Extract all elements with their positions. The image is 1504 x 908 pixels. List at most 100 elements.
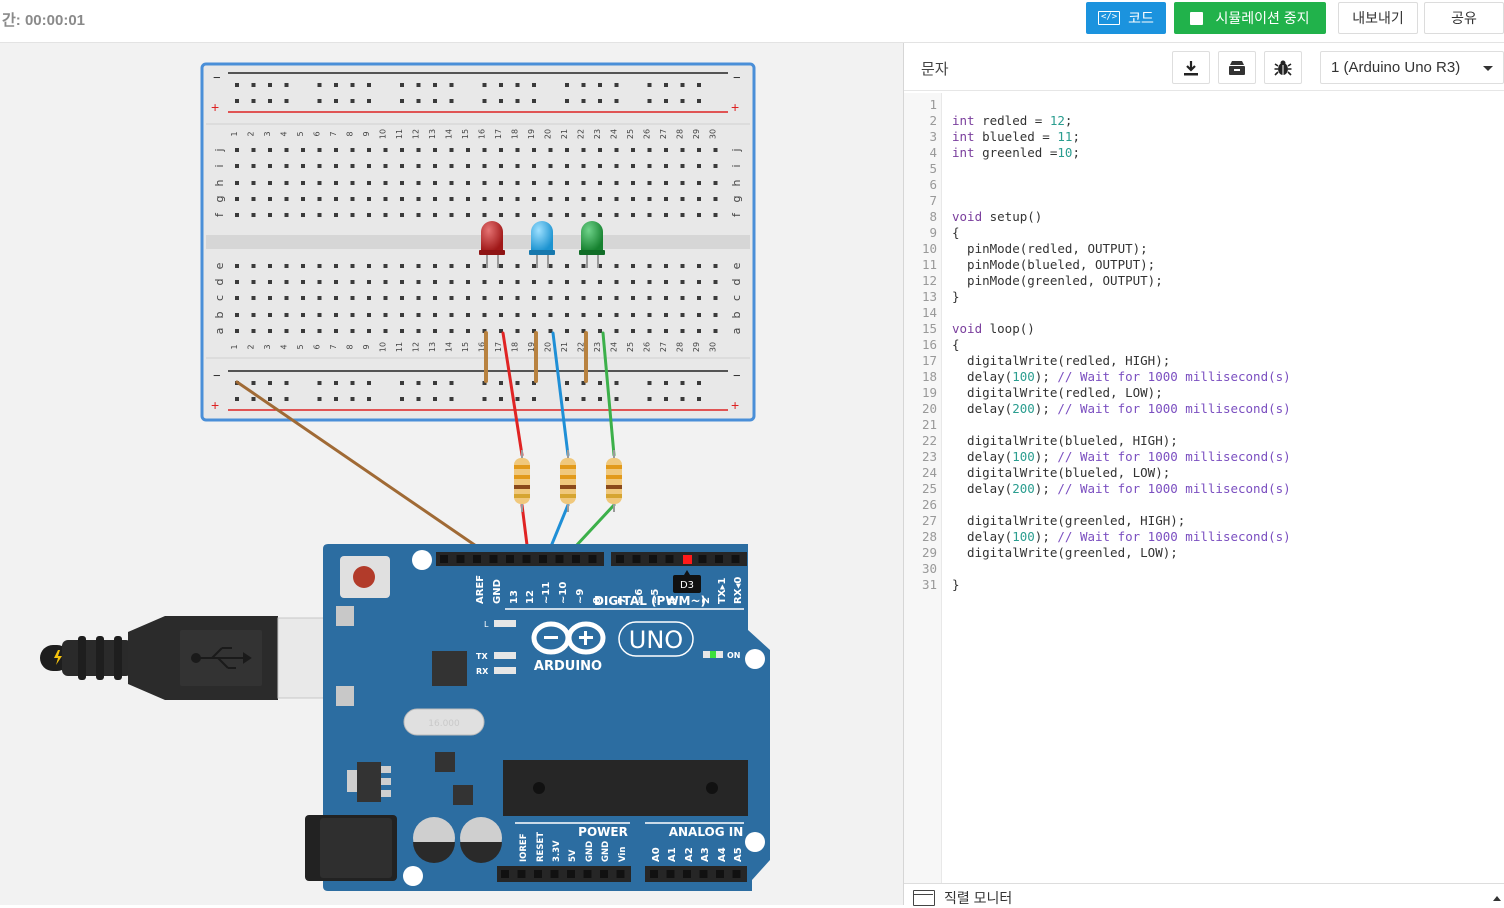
- code-line[interactable]: int blueled = 11;: [952, 129, 1080, 144]
- analog-pin-label: A2: [684, 847, 695, 862]
- resistor[interactable]: [560, 450, 576, 512]
- digital-pwm-label: DIGITAL (PWM~): [594, 594, 706, 608]
- line-number: 29: [921, 545, 937, 560]
- code-line[interactable]: pinMode(redled, OUTPUT);: [952, 241, 1148, 256]
- line-number: 5: [929, 161, 937, 176]
- serial-monitor-bar[interactable]: 직렬 모니터: [904, 883, 1504, 906]
- analog-pin-label: A4: [717, 847, 728, 862]
- code-line[interactable]: digitalWrite(greenled, HIGH);: [952, 513, 1185, 528]
- code-line[interactable]: delay(100); // Wait for 1000 millisecond…: [952, 529, 1291, 544]
- code-line[interactable]: }: [952, 289, 960, 304]
- power-pin-label: Vin: [618, 847, 628, 862]
- rail-plus-bottom-right: +: [731, 397, 739, 413]
- column-number: 10: [379, 129, 388, 139]
- code-line[interactable]: digitalWrite(redled, LOW);: [952, 385, 1163, 400]
- code-line[interactable]: digitalWrite(greenled, LOW);: [952, 545, 1178, 560]
- column-number: 18: [511, 342, 520, 352]
- line-number: 20: [921, 401, 937, 416]
- column-number: 14: [445, 342, 454, 352]
- code-line[interactable]: delay(200); // Wait for 1000 millisecond…: [952, 481, 1291, 496]
- share-button[interactable]: 공유: [1424, 2, 1504, 34]
- rail-minus-bottom-right: −: [733, 368, 741, 383]
- line-number: 4: [929, 145, 937, 160]
- row-letter: d: [730, 279, 743, 286]
- code-line[interactable]: int redled = 12;: [952, 113, 1072, 128]
- column-number: 1: [230, 344, 239, 349]
- code-line[interactable]: digitalWrite(redled, HIGH);: [952, 353, 1170, 368]
- analog-header: [645, 866, 747, 882]
- column-number: 9: [362, 344, 371, 349]
- code-line[interactable]: digitalWrite(blueled, LOW);: [952, 465, 1170, 480]
- column-number: 12: [412, 129, 421, 139]
- line-number: 30: [921, 561, 937, 576]
- line-number: 15: [921, 321, 937, 336]
- column-number: 5: [296, 131, 305, 136]
- digital-pin-label: AREF: [475, 575, 486, 604]
- row-letter: h: [730, 179, 743, 186]
- column-number: 24: [610, 129, 619, 139]
- row-letter: a: [730, 328, 743, 335]
- column-number: 3: [263, 344, 272, 349]
- code-line[interactable]: pinMode(blueled, OUTPUT);: [952, 257, 1155, 272]
- column-number: 21: [560, 129, 569, 139]
- library-button[interactable]: [1218, 51, 1256, 84]
- breadboard[interactable]: 1122334455667788991010111112121313141415…: [200, 62, 756, 422]
- line-number: 3: [929, 129, 937, 144]
- column-number: 8: [346, 344, 355, 349]
- editor-mode-dropdown[interactable]: 문자: [921, 58, 949, 79]
- code-line[interactable]: pinMode(greenled, OUTPUT);: [952, 273, 1163, 288]
- column-number: 15: [461, 342, 470, 352]
- code-line[interactable]: int greenled =10;: [952, 145, 1080, 160]
- line-number: 26: [921, 497, 937, 512]
- resistor[interactable]: [514, 450, 530, 512]
- column-number: 30: [709, 342, 718, 352]
- column-number: 25: [626, 129, 635, 139]
- device-select[interactable]: 1 (Arduino Uno R3): [1320, 51, 1504, 84]
- column-number: 12: [412, 342, 421, 352]
- download-code-button[interactable]: [1172, 51, 1210, 84]
- column-number: 13: [428, 342, 437, 352]
- download-icon: [1184, 60, 1198, 75]
- column-number: 4: [280, 131, 289, 136]
- code-line[interactable]: {: [952, 225, 960, 240]
- line-number: 24: [921, 465, 937, 480]
- analog-pin-label: A1: [667, 847, 678, 862]
- column-number: 18: [511, 129, 520, 139]
- arduino-uno-board[interactable]: D3 AREF GND 13 12 ~11 ~10 ~9 8 7 ~6 ~5 4 2 TX▸1 RX◂0IO…: [305, 544, 770, 891]
- rail-minus-bottom-left: −: [213, 368, 221, 383]
- row-letter: h: [213, 179, 226, 186]
- column-number: 8: [346, 131, 355, 136]
- on-led-label: ON: [727, 651, 741, 660]
- column-number: 15: [461, 129, 470, 139]
- column-number: 28: [676, 129, 685, 139]
- export-button[interactable]: 내보내기: [1338, 2, 1418, 34]
- resistor[interactable]: [606, 450, 622, 512]
- serial-monitor-icon: [913, 890, 935, 906]
- chevron-up-icon[interactable]: [1493, 896, 1501, 901]
- debugger-button[interactable]: [1264, 51, 1302, 84]
- code-line[interactable]: digitalWrite(blueled, HIGH);: [952, 433, 1178, 448]
- line-number: 28: [921, 529, 937, 544]
- digital-pin-label: GND: [492, 579, 503, 604]
- code-editor[interactable]: 1 2 3 4 5 6 7 8 9 10 11 12 13 14 15 16 17 18 19 20 21 22 23 24 2…: [904, 93, 1504, 883]
- code-line[interactable]: void setup(): [952, 209, 1042, 224]
- code-line[interactable]: delay(100); // Wait for 1000 millisecond…: [952, 369, 1291, 384]
- line-number: 13: [921, 289, 937, 304]
- code-line[interactable]: void loop(): [952, 321, 1035, 336]
- circuit-canvas[interactable]: 1 1 2 2 3 3 4 4 5 5 6 6 7 7 8 8 9 9 10 10 11 11 12 12 13 13 14 14 15…: [0, 43, 903, 905]
- rail-plus-top-left: +: [211, 99, 219, 115]
- digital-pin-label: TX▸1: [717, 577, 728, 604]
- code-line[interactable]: {: [952, 337, 960, 352]
- line-number: 9: [929, 225, 937, 240]
- row-letter: b: [730, 311, 743, 318]
- line-number-gutter: 1 2 3 4 5 6 7 8 9 10 11 12 13 14 15 16 17 18 19 20 21 22 23 24 2…: [904, 93, 942, 883]
- code-editor-icon: </>: [1098, 11, 1121, 25]
- line-number: 8: [929, 209, 937, 224]
- code-line[interactable]: delay(100); // Wait for 1000 millisecond…: [952, 449, 1291, 464]
- rail-minus-top-left: −: [213, 70, 221, 85]
- code-line[interactable]: }: [952, 577, 960, 592]
- code-line[interactable]: delay(200); // Wait for 1000 millisecond…: [952, 401, 1291, 416]
- stop-simulation-button[interactable]: 시뮬레이션 중지: [1174, 2, 1326, 34]
- reset-button[interactable]: [353, 566, 375, 588]
- code-button[interactable]: </> 코드: [1086, 2, 1166, 34]
